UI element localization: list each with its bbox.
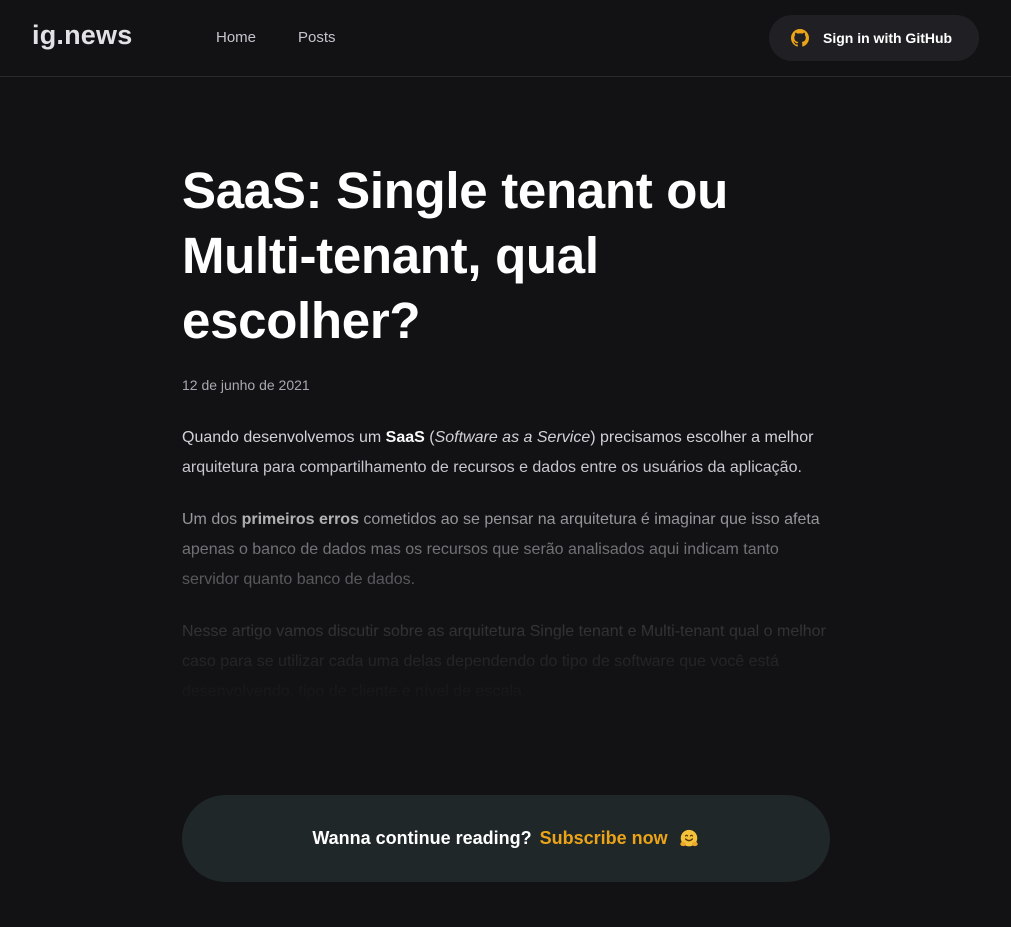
post-paragraph-1: Quando desenvolvemos um SaaS (Software a…	[182, 423, 832, 483]
continue-reading-text: Wanna continue reading?	[312, 828, 532, 848]
site-header: ig.news Home Posts Sign in with GitHub	[0, 0, 1011, 77]
subscribe-now-link[interactable]: Subscribe now	[540, 828, 668, 849]
continue-reading-banner: Wanna continue reading? Subscribe now	[182, 795, 830, 882]
signin-github-button[interactable]: Sign in with GitHub	[769, 15, 979, 61]
nav-posts-link[interactable]: Posts	[298, 29, 336, 46]
github-icon	[791, 29, 809, 47]
p2-text-a: Um dos	[182, 511, 242, 528]
hugging-face-emoji-icon	[679, 829, 698, 846]
post-paragraph-3: Nesse artigo vamos discutir sobre as arq…	[182, 623, 826, 700]
post-title: SaaS: Single tenant ou Multi-tenant, qua…	[182, 162, 728, 349]
post-article: SaaS: Single tenant ou Multi-tenant, qua…	[182, 158, 832, 729]
main-nav: Home Posts	[216, 29, 336, 46]
post-content-preview: Quando desenvolvemos um SaaS (Software a…	[182, 423, 832, 717]
nav-home-link[interactable]: Home	[216, 29, 256, 46]
site-logo[interactable]: ig.news	[32, 20, 132, 51]
p2-strong-erros: primeiros erros	[241, 511, 359, 528]
signin-github-label: Sign in with GitHub	[823, 30, 953, 46]
p1-strong-saas: SaaS	[385, 429, 425, 446]
p1-em-saas-expansion: Software as a Service	[434, 429, 591, 446]
post-date: 12 de junho de 2021	[182, 377, 310, 393]
post-paragraph-2: Um dos primeiros erros cometidos ao se p…	[182, 505, 832, 595]
p1-text-a: Quando desenvolvemos um	[182, 429, 386, 446]
p1-text-c: (	[424, 429, 435, 446]
